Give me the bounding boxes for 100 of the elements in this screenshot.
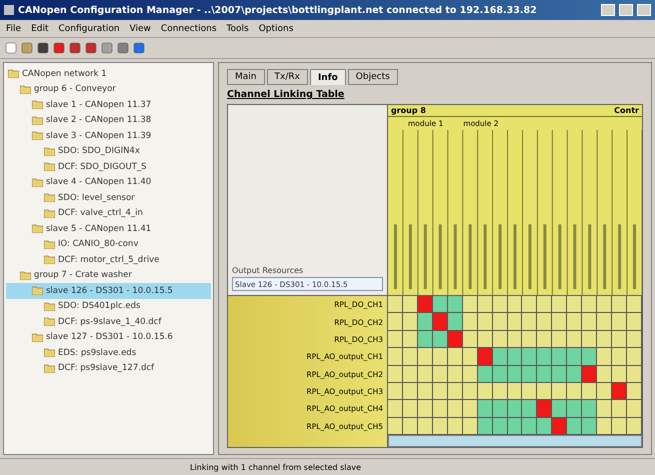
matrix-cell[interactable] <box>432 400 448 418</box>
matrix-cell[interactable] <box>448 296 463 314</box>
matrix-cell[interactable] <box>478 400 493 418</box>
matrix-cell[interactable] <box>552 366 568 383</box>
matrix-cell[interactable] <box>432 348 448 366</box>
matrix-cell[interactable] <box>597 366 612 383</box>
matrix-cell[interactable] <box>627 296 642 314</box>
tree-item[interactable]: SDO: DS401plc.eds <box>6 298 211 314</box>
matrix-cell[interactable] <box>522 313 538 331</box>
matrix-cell[interactable] <box>582 366 598 383</box>
matrix-cell[interactable] <box>582 348 598 366</box>
matrix-cell[interactable] <box>388 330 403 348</box>
matrix-cell[interactable] <box>582 418 598 435</box>
matrix-cell[interactable] <box>522 330 538 348</box>
tree-item[interactable]: DCF: valve_ctrl_4_in <box>6 206 211 221</box>
tree-item[interactable]: DCF: SDO_DIGOUT_S <box>6 159 211 174</box>
tree-item[interactable]: slave 4 - CANopen 11.40 <box>6 174 211 190</box>
tree-item[interactable]: slave 126 - DS301 - 10.0.15.5 <box>6 283 211 298</box>
tree-item[interactable]: DCF: motor_ctrl_5_drive <box>6 252 211 268</box>
matrix-cell[interactable] <box>492 400 508 418</box>
matrix-cell[interactable] <box>627 382 642 400</box>
toolbar-icon[interactable] <box>117 42 129 54</box>
matrix-cell[interactable] <box>388 296 403 314</box>
matrix-cell[interactable] <box>537 313 552 331</box>
tree-item[interactable]: slave 2 - CANopen 11.38 <box>6 112 211 128</box>
matrix-cell[interactable] <box>522 400 538 418</box>
matrix-cell[interactable] <box>567 330 582 348</box>
matrix-cell[interactable] <box>508 348 522 366</box>
tab[interactable]: Tx/Rx <box>266 69 308 85</box>
matrix-cell[interactable] <box>478 313 493 331</box>
matrix-cell[interactable] <box>582 330 598 348</box>
matrix-cell[interactable] <box>597 330 612 348</box>
matrix-cell[interactable] <box>492 348 508 366</box>
tree-item[interactable]: IO: CANIO_80-conv <box>6 236 211 252</box>
matrix-cell[interactable] <box>402 348 418 366</box>
matrix-cell[interactable] <box>462 400 478 418</box>
matrix-cell[interactable] <box>522 296 538 314</box>
matrix-cell[interactable] <box>627 313 642 331</box>
matrix-cell[interactable] <box>432 313 448 331</box>
matrix-cell[interactable] <box>448 348 463 366</box>
menu-item[interactable]: Connections <box>160 24 217 34</box>
tree-item[interactable]: slave 3 - CANopen 11.39 <box>6 128 211 144</box>
matrix-cell[interactable] <box>388 348 403 366</box>
tree-item[interactable]: group 6 - Conveyor <box>6 82 211 97</box>
matrix-cell[interactable] <box>388 366 403 383</box>
matrix-cell[interactable] <box>612 348 628 366</box>
matrix-cell[interactable] <box>567 348 582 366</box>
matrix-cell[interactable] <box>537 418 552 435</box>
toolbar-icon[interactable] <box>101 42 113 54</box>
tree-item[interactable]: group 7 - Crate washer <box>6 268 211 283</box>
toolbar-icon[interactable] <box>69 42 81 54</box>
matrix-cell[interactable] <box>597 296 612 314</box>
matrix-cell[interactable] <box>537 348 552 366</box>
matrix-cell[interactable] <box>582 296 598 314</box>
matrix-cell[interactable] <box>418 400 433 418</box>
menu-item[interactable]: Edit <box>31 24 48 34</box>
matrix-cell[interactable] <box>582 313 598 331</box>
matrix-cell[interactable] <box>627 400 642 418</box>
matrix-cell[interactable] <box>462 296 478 314</box>
matrix-cell[interactable] <box>627 330 642 348</box>
matrix-cell[interactable] <box>522 382 538 400</box>
tree-item[interactable]: EDS: ps9slave.eds <box>6 345 211 360</box>
menu-item[interactable]: Tools <box>226 24 249 34</box>
tab[interactable]: Info <box>310 69 346 85</box>
matrix-cell[interactable] <box>522 418 538 435</box>
matrix-cell[interactable] <box>522 366 538 383</box>
matrix-cell[interactable] <box>612 330 628 348</box>
matrix-cell[interactable] <box>448 400 463 418</box>
matrix-cell[interactable] <box>492 313 508 331</box>
matrix-cell[interactable] <box>582 382 598 400</box>
matrix-cell[interactable] <box>492 296 508 314</box>
matrix-cell[interactable] <box>552 348 568 366</box>
matrix-cell[interactable] <box>537 296 552 314</box>
matrix-cell[interactable] <box>627 366 642 383</box>
toolbar-icon[interactable] <box>5 42 17 54</box>
tree-item[interactable]: DCF: ps-9slave_1_40.dcf <box>6 314 211 330</box>
matrix-cell[interactable] <box>478 296 493 314</box>
toolbar-icon[interactable] <box>133 42 145 54</box>
matrix-cell[interactable] <box>612 382 628 400</box>
horizontal-scrollbar[interactable] <box>388 435 642 447</box>
tree-item[interactable]: slave 127 - DS301 - 10.0.15.6 <box>6 330 211 345</box>
matrix-cell[interactable] <box>597 348 612 366</box>
matrix-cell[interactable] <box>388 418 403 435</box>
tab[interactable]: Objects <box>348 69 398 85</box>
matrix-cell[interactable] <box>552 313 568 331</box>
matrix-cell[interactable] <box>537 382 552 400</box>
matrix-cell[interactable] <box>508 313 522 331</box>
tree-item[interactable]: DCF: ps9slave_127.dcf <box>6 360 211 376</box>
matrix-cell[interactable] <box>448 313 463 331</box>
matrix-cell[interactable] <box>508 296 522 314</box>
toolbar-icon[interactable] <box>21 42 33 54</box>
matrix-cell[interactable] <box>597 400 612 418</box>
matrix-cell[interactable] <box>597 418 612 435</box>
matrix-cell[interactable] <box>567 418 582 435</box>
matrix-cell[interactable] <box>552 330 568 348</box>
matrix-cell[interactable] <box>612 296 628 314</box>
matrix-cell[interactable] <box>567 382 582 400</box>
matrix-cell[interactable] <box>567 366 582 383</box>
tree-item[interactable]: SDO: level_sensor <box>6 190 211 206</box>
matrix-cell[interactable] <box>582 400 598 418</box>
